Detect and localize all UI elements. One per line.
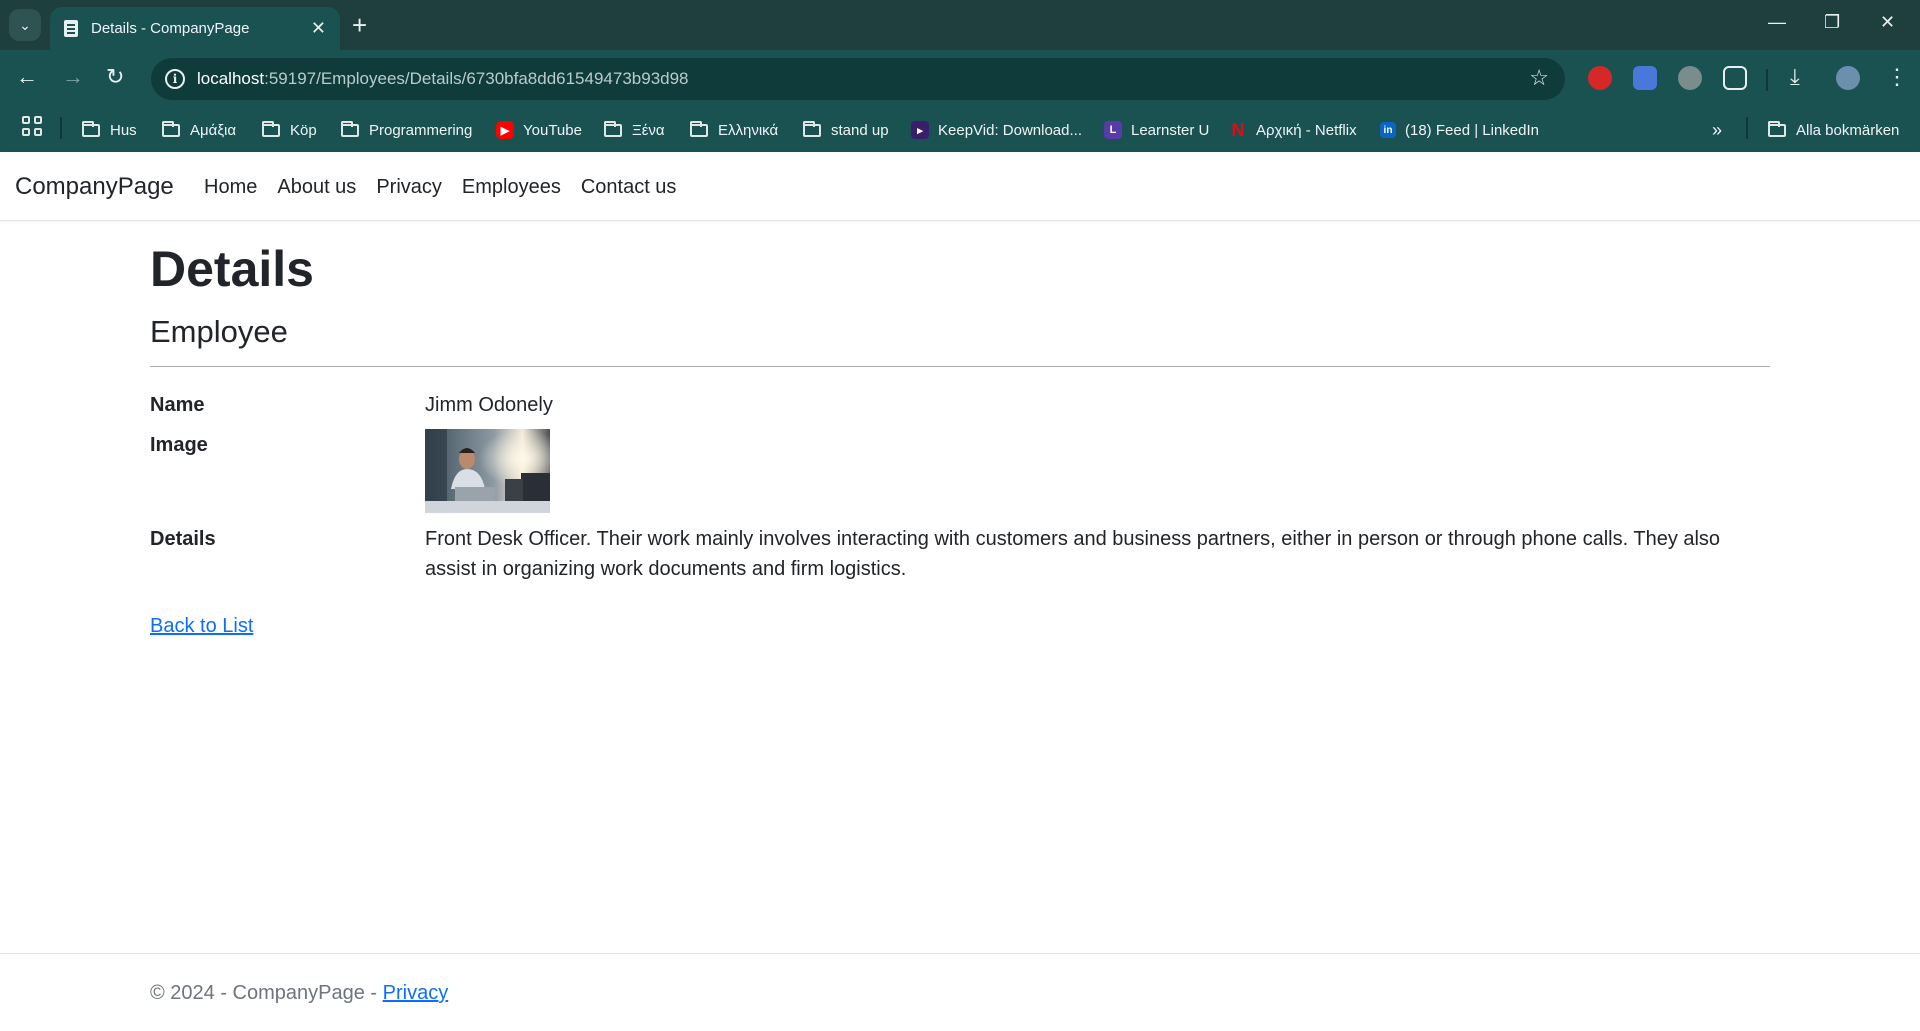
google-translate-icon[interactable] (1633, 66, 1657, 90)
linkedin-icon: in (1380, 122, 1396, 138)
extensions-puzzle-icon[interactable] (1723, 66, 1747, 90)
bookmark-divider (60, 117, 62, 139)
folder-icon (341, 120, 359, 137)
copyright-text: © 2024 - CompanyPage - (150, 982, 383, 1004)
name-value: Jimm Odonely (425, 394, 553, 416)
profile-avatar[interactable] (1836, 66, 1860, 90)
brand-link[interactable]: CompanyPage (15, 173, 174, 201)
tab-search-button[interactable]: ⌄ (9, 9, 41, 41)
learnster-icon: L (1104, 121, 1122, 139)
browser-tab-bar: ⌄ Details - CompanyPage ✕ + — ❐ ✕ (0, 0, 1920, 50)
nav-employees[interactable]: Employees (462, 176, 561, 199)
active-tab[interactable]: Details - CompanyPage ✕ (50, 7, 340, 50)
reload-icon[interactable]: ↻ (106, 64, 124, 90)
more-menu-icon[interactable]: ⋮ (1886, 64, 1908, 90)
nav-home[interactable]: Home (204, 176, 257, 199)
page-subtitle: Employee (150, 314, 288, 349)
bookmark-amaxia[interactable]: Αμάξια (162, 108, 236, 152)
site-info-icon[interactable]: i (165, 69, 185, 89)
new-tab-plus-icon[interactable]: + (352, 10, 367, 40)
bookmark-stand-up[interactable]: stand up (803, 108, 889, 152)
footer-privacy-link[interactable]: Privacy (383, 982, 449, 1004)
bookmark-learnster[interactable]: L Learnster U (1104, 108, 1209, 152)
footer: © 2024 - CompanyPage - Privacy (0, 953, 1920, 1031)
page-title: Details (150, 241, 314, 297)
netflix-icon: N (1231, 119, 1245, 140)
bookmark-kop[interactable]: Köp (262, 108, 317, 152)
image-label: Image (150, 434, 208, 456)
forward-arrow-icon[interactable]: → (62, 64, 84, 90)
nav-links: Home About us Privacy Employees Contact … (204, 176, 676, 199)
nav-contact-us[interactable]: Contact us (581, 176, 677, 199)
details-label: Details (150, 528, 216, 550)
nav-privacy[interactable]: Privacy (376, 176, 442, 199)
footer-text: © 2024 - CompanyPage - Privacy (150, 982, 448, 1005)
bookmark-ellinika[interactable]: Ελληνικά (690, 108, 778, 152)
restore-icon[interactable]: ❐ (1824, 12, 1840, 33)
url-text[interactable]: localhost:59197/Employees/Details/6730bf… (197, 69, 689, 89)
bookmarks-overflow-icon[interactable]: » (1712, 108, 1722, 152)
folder-icon (604, 120, 622, 137)
keepvid-icon: ▸ (911, 121, 929, 139)
apps-grid-icon[interactable] (22, 116, 42, 136)
minimize-icon[interactable]: — (1768, 12, 1786, 33)
bookmark-xena[interactable]: Ξένα (604, 108, 665, 152)
address-bar[interactable]: i localhost:59197/Employees/Details/6730… (151, 58, 1565, 100)
bookmark-divider (1746, 117, 1748, 139)
chevron-down-icon: ⌄ (19, 16, 31, 33)
youtube-icon: ▶ (496, 121, 514, 139)
download-icon[interactable]: ⤓ (1790, 64, 1800, 90)
folder-icon (262, 120, 280, 137)
all-bookmarks[interactable]: Alla bokmärken (1768, 108, 1899, 152)
adblock-extension-icon[interactable] (1588, 66, 1612, 90)
window-close-icon[interactable]: ✕ (1880, 12, 1895, 33)
folder-icon (803, 120, 821, 137)
page-favicon-icon (64, 20, 78, 37)
name-label: Name (150, 394, 205, 416)
back-to-list-link[interactable]: Back to List (150, 615, 253, 638)
tab-title: Details - CompanyPage (91, 20, 250, 37)
browser-toolbar: ← → ↻ i localhost:59197/Employees/Detail… (0, 50, 1920, 108)
employee-photo (425, 429, 550, 513)
bookmark-netflix[interactable]: N Αρχική - Netflix (1229, 108, 1357, 152)
close-icon[interactable]: ✕ (311, 18, 326, 39)
folder-icon (1768, 120, 1786, 137)
nav-about-us[interactable]: About us (277, 176, 356, 199)
folder-icon (690, 120, 708, 137)
bookmark-linkedin[interactable]: in (18) Feed | LinkedIn (1380, 108, 1539, 152)
site-navbar: CompanyPage Home About us Privacy Employ… (0, 152, 1920, 221)
details-value: Front Desk Officer. Their work mainly in… (425, 528, 1721, 580)
bookmark-hus[interactable]: Hus (82, 108, 137, 152)
divider (150, 366, 1770, 367)
bookmark-keepvid[interactable]: ▸ KeepVid: Download... (911, 108, 1082, 152)
bookmark-programmering[interactable]: Programmering (341, 108, 472, 152)
bookmark-star-icon[interactable]: ☆ (1529, 65, 1549, 91)
back-arrow-icon[interactable]: ← (16, 64, 38, 90)
bookmark-youtube[interactable]: ▶ YouTube (496, 108, 582, 152)
folder-icon (82, 120, 100, 137)
folder-icon (162, 120, 180, 137)
skype-extension-icon[interactable] (1678, 66, 1702, 90)
toolbar-divider (1766, 69, 1768, 91)
